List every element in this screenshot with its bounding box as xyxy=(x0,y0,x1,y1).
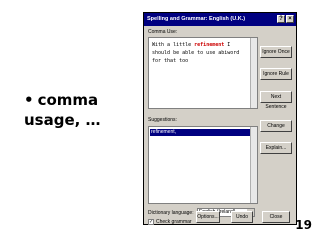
change-button[interactable]: Change xyxy=(260,120,292,132)
sentence-before: With a little xyxy=(152,42,195,48)
sentence-text-box[interactable]: With a little refinement I should be abl… xyxy=(148,37,258,109)
slide-number: 19 xyxy=(295,218,312,232)
sentence-highlight: refinement xyxy=(194,42,225,48)
dictionary-language-label: Dictionary language: xyxy=(148,210,194,216)
ignore-once-button[interactable]: Ignore Once xyxy=(260,46,292,58)
dialog-title: Spelling and Grammar: English (U.K.) xyxy=(147,16,246,22)
close-icon[interactable]: × xyxy=(286,15,294,23)
suggestions-label: Suggestions: xyxy=(148,117,177,123)
suggestions-list[interactable]: refinement, xyxy=(148,126,258,204)
explain-button[interactable]: Explain... xyxy=(260,142,292,154)
dialog-titlebar: Spelling and Grammar: English (U.K.) ? × xyxy=(144,13,296,26)
check-grammar-label: Check grammar xyxy=(156,219,192,225)
check-grammar-checkbox[interactable]: ✓ xyxy=(148,219,154,225)
help-icon[interactable]: ? xyxy=(277,15,285,23)
suggestions-scrollbar[interactable] xyxy=(250,127,257,203)
undo-button[interactable]: Undo xyxy=(231,211,253,223)
suggestion-item[interactable]: refinement, xyxy=(150,129,250,136)
slide-bullet: • comma usage, … xyxy=(24,90,134,130)
spelling-grammar-dialog: Spelling and Grammar: English (U.K.) ? ×… xyxy=(143,12,297,225)
comma-use-label: Comma Use: xyxy=(148,29,178,35)
options-button[interactable]: Options... xyxy=(196,211,220,223)
ignore-rule-button[interactable]: Ignore Rule xyxy=(260,68,292,80)
next-sentence-button[interactable]: Next Sentence xyxy=(260,91,292,110)
text-box-scrollbar[interactable] xyxy=(250,38,257,108)
bullet-icon: • xyxy=(24,91,34,109)
close-button[interactable]: Close xyxy=(262,211,290,223)
bullet-text: comma usage, … xyxy=(24,91,101,129)
